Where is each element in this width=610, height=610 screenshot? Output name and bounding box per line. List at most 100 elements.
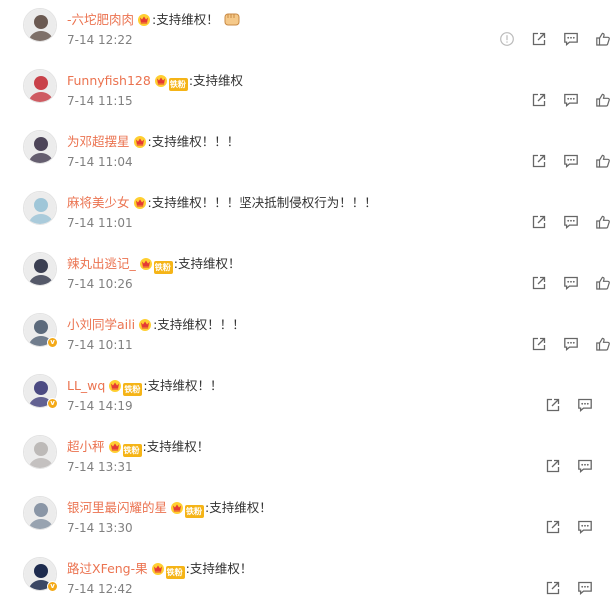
comment-line: 小刘同学aili :支持维权！！！ — [67, 314, 245, 333]
comment-icon[interactable] — [563, 92, 579, 108]
verified-badge-icon: v — [47, 398, 58, 409]
avatar[interactable] — [23, 191, 57, 225]
avatar[interactable] — [23, 130, 57, 164]
like-icon[interactable] — [595, 275, 610, 291]
fan-badge: 铁粉 — [105, 378, 143, 396]
share-icon[interactable] — [531, 31, 547, 47]
comment-item: 麻将美少女 :支持维权！！！坚决抵制侵权行为！！！ 7-14 11:01 — [0, 183, 610, 244]
commenter-name[interactable]: 路过XFeng-果 — [67, 561, 148, 576]
crown-badge-icon — [130, 195, 148, 210]
avatar[interactable] — [23, 496, 57, 530]
comment-line: -六坨肥肉肉 :支持维权！ — [67, 9, 241, 28]
commenter-name[interactable]: Funnyfish128 — [67, 73, 151, 88]
commenter-name[interactable]: LL_wq — [67, 378, 105, 393]
fan-badge-label: 铁粉 — [165, 566, 185, 579]
comment-line: 为邓超摆星 :支持维权！！！ — [67, 131, 239, 150]
fan-badge-label: 铁粉 — [153, 261, 173, 274]
comment-icon[interactable] — [563, 153, 579, 169]
comment-item: 为邓超摆星 :支持维权！！！ 7-14 11:04 — [0, 122, 610, 183]
comment-icon[interactable] — [577, 458, 593, 474]
comment-line: Funnyfish128 铁粉:支持维权 — [67, 70, 243, 91]
comment-line: 辣丸出逃记_ 铁粉:支持维权！ — [67, 253, 240, 274]
comment-text: :支持维权！ — [185, 561, 253, 576]
comment-item: 辣丸出逃记_ 铁粉:支持维权！ 7-14 10:26 — [0, 244, 610, 305]
like-icon[interactable] — [595, 214, 610, 230]
comment-icon[interactable] — [577, 519, 593, 535]
verified-badge-icon: v — [47, 337, 58, 348]
share-icon[interactable] — [531, 92, 547, 108]
avatar[interactable] — [23, 69, 57, 103]
commenter-name[interactable]: 辣丸出逃记_ — [67, 256, 136, 271]
comment-item: Funnyfish128 铁粉:支持维权 7-14 11:15 — [0, 61, 610, 122]
crown-badge-icon — [135, 317, 153, 332]
comment-text: :支持维权！ — [173, 256, 241, 271]
commenter-name[interactable]: 银河里最闪耀的星 — [67, 500, 167, 515]
comment-text: :支持维权！ — [205, 500, 272, 515]
comment-icon[interactable] — [563, 31, 579, 47]
share-icon[interactable] — [545, 519, 561, 535]
fan-badge: 铁粉 — [167, 500, 205, 518]
comment-time: 7-14 10:26 — [67, 277, 133, 291]
fan-badge: 铁粉 — [105, 439, 143, 457]
like-icon[interactable] — [595, 153, 610, 169]
report-icon[interactable] — [499, 31, 515, 47]
comment-time: 7-14 11:04 — [67, 155, 133, 169]
comment-text: :支持维权！ — [152, 12, 219, 27]
comment-time: 7-14 12:42 — [67, 582, 133, 596]
comment-item: -六坨肥肉肉 :支持维权！ 7-14 12:22 — [0, 0, 610, 61]
crown-badge-icon — [134, 12, 152, 27]
fan-badge: 铁粉 — [148, 561, 186, 579]
commenter-name[interactable]: 麻将美少女 — [67, 195, 130, 210]
commenter-name[interactable]: -六坨肥肉肉 — [67, 12, 134, 27]
comment-line: LL_wq 铁粉:支持维权！！ — [67, 375, 223, 396]
comment-time: 7-14 13:30 — [67, 521, 133, 535]
comment-text: :支持维权！！！ — [153, 317, 245, 332]
fan-badge: 铁粉 — [136, 256, 174, 274]
fan-badge-label: 铁粉 — [168, 78, 188, 91]
crown-badge-icon — [130, 134, 148, 149]
comment-icon[interactable] — [563, 214, 579, 230]
comment-line: 麻将美少女 :支持维权！！！坚决抵制侵权行为！！！ — [67, 192, 377, 211]
comment-line: 超小秤 铁粉:支持维权！ — [67, 436, 209, 457]
commenter-name[interactable]: 小刘同学aili — [67, 317, 135, 332]
comment-item: v 小刘同学aili:支持维权！！！ 7-14 10:11 — [0, 305, 610, 366]
comment-icon[interactable] — [563, 275, 579, 291]
commenter-name[interactable]: 为邓超摆星 — [67, 134, 130, 149]
fan-badge-label: 铁粉 — [185, 505, 205, 518]
comment-item: v LL_wq 铁粉:支持维权！！ 7-14 14:19 — [0, 366, 610, 427]
comment-item: 超小秤 铁粉:支持维权！ 7-14 13:31 — [0, 427, 610, 488]
comment-line: 银河里最闪耀的星 铁粉:支持维权！ — [67, 497, 272, 518]
comment-icon[interactable] — [577, 397, 593, 413]
avatar[interactable] — [23, 435, 57, 469]
comment-text: :支持维权！！！ — [147, 134, 240, 149]
like-icon[interactable] — [595, 31, 610, 47]
comment-icon[interactable] — [577, 580, 593, 596]
share-icon[interactable] — [531, 153, 547, 169]
share-icon[interactable] — [531, 214, 547, 230]
avatar[interactable] — [23, 252, 57, 286]
fan-badge-label: 铁粉 — [122, 444, 142, 457]
comment-text: :支持维权！ — [142, 439, 210, 454]
commenter-name[interactable]: 超小秤 — [67, 439, 105, 454]
fist-emoji-icon — [223, 12, 241, 27]
share-icon[interactable] — [545, 397, 561, 413]
like-icon[interactable] — [595, 336, 610, 352]
share-icon[interactable] — [531, 275, 547, 291]
comment-time: 7-14 12:22 — [67, 33, 133, 47]
avatar[interactable] — [23, 8, 57, 42]
comment-item: v 路过XFeng-果 铁粉:支持维权！ 7-14 12:42 — [0, 549, 610, 610]
share-icon[interactable] — [545, 458, 561, 474]
comment-time: 7-14 11:01 — [67, 216, 133, 230]
fan-badge-label: 铁粉 — [123, 383, 143, 396]
comment-time: 7-14 11:15 — [67, 94, 133, 108]
share-icon[interactable] — [531, 336, 547, 352]
comment-text: :支持维权！！ — [143, 378, 223, 393]
comment-icon[interactable] — [563, 336, 579, 352]
comment-item: 银河里最闪耀的星 铁粉:支持维权！ 7-14 13:30 — [0, 488, 610, 549]
comment-line: 路过XFeng-果 铁粉:支持维权！ — [67, 558, 252, 579]
share-icon[interactable] — [545, 580, 561, 596]
comment-text: :支持维权！！！坚决抵制侵权行为！！！ — [147, 195, 377, 210]
comment-time: 7-14 14:19 — [67, 399, 133, 413]
fan-badge: 铁粉 — [151, 73, 189, 91]
like-icon[interactable] — [595, 92, 610, 108]
